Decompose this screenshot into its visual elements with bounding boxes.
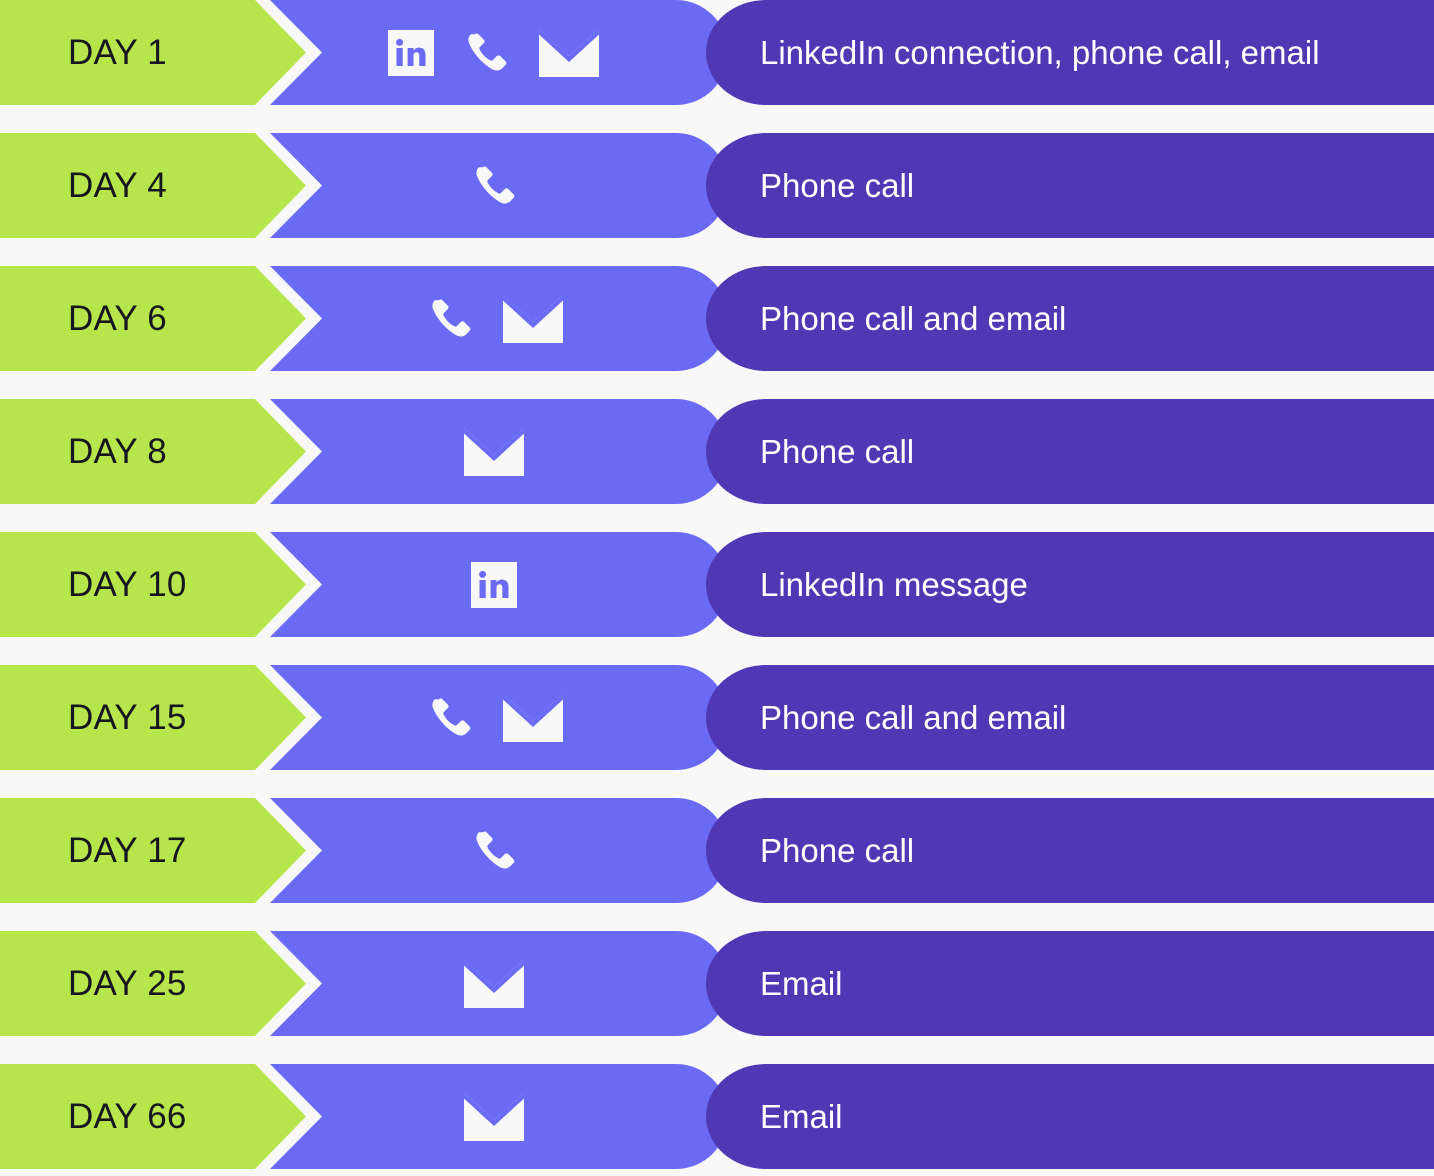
description-label: LinkedIn message [760,566,1028,603]
cadence-row: DAY 4 Phone call [0,133,1434,238]
channel-icons-segment [270,1064,728,1169]
day-label: DAY 6 [68,299,167,338]
channel-icons-segment [270,532,728,637]
day-label: DAY 8 [68,432,167,471]
channel-icons-segment [270,133,728,238]
email-icon [502,693,564,743]
description-segment: Email [706,1064,1434,1169]
icon-group [322,1064,666,1169]
description-segment: Phone call and email [706,665,1434,770]
description-segment: LinkedIn connection, phone call, email [706,0,1434,105]
email-icon [463,959,525,1009]
day-segment: DAY 66 [0,1064,306,1169]
cadence-timeline: DAY 1 LinkedIn connection, phone call, em… [0,0,1434,1176]
day-label: DAY 25 [68,964,187,1003]
channel-icons-segment [270,665,728,770]
icon-group [322,0,666,105]
email-icon [502,294,564,344]
linkedin-icon [471,561,517,608]
channel-icons-segment [270,266,728,371]
day-label: DAY 1 [68,33,167,72]
phone-icon [424,692,476,744]
email-icon [538,28,600,78]
icon-group [322,532,666,637]
description-label: LinkedIn connection, phone call, email [760,34,1320,71]
phone-icon [468,160,520,212]
description-label: Email [760,965,843,1002]
cadence-row: DAY 66 Email [0,1064,1434,1169]
email-icon [463,427,525,477]
description-segment: Phone call [706,133,1434,238]
description-segment: Phone call and email [706,266,1434,371]
phone-icon [460,27,512,79]
phone-icon [424,293,476,345]
day-label: DAY 66 [68,1097,187,1136]
phone-icon [468,825,520,877]
description-label: Phone call [760,167,915,204]
day-label: DAY 15 [68,698,187,737]
description-segment: Phone call [706,399,1434,504]
icon-group [322,266,666,371]
description-label: Phone call [760,832,915,869]
description-label: Phone call [760,433,915,470]
description-label: Phone call and email [760,699,1067,736]
cadence-row: DAY 25 Email [0,931,1434,1036]
day-label: DAY 17 [68,831,187,870]
icon-group [322,665,666,770]
cadence-row: DAY 1 LinkedIn connection, phone call, em… [0,0,1434,105]
icon-group [322,798,666,903]
icon-group [322,133,666,238]
description-label: Email [760,1098,843,1135]
day-segment: DAY 1 [0,0,306,105]
description-segment: Email [706,931,1434,1036]
channel-icons-segment [270,798,728,903]
description-segment: LinkedIn message [706,532,1434,637]
day-segment: DAY 15 [0,665,306,770]
icon-group [322,399,666,504]
cadence-row: DAY 15 Phone call and email [0,665,1434,770]
cadence-row: DAY 17 Phone call [0,798,1434,903]
channel-icons-segment [270,0,728,105]
day-segment: DAY 17 [0,798,306,903]
cadence-row: DAY 8 Phone call [0,399,1434,504]
description-label: Phone call and email [760,300,1067,337]
email-icon [463,1092,525,1142]
day-segment: DAY 10 [0,532,306,637]
day-segment: DAY 8 [0,399,306,504]
day-segment: DAY 6 [0,266,306,371]
icon-group [322,931,666,1036]
channel-icons-segment [270,931,728,1036]
linkedin-icon [388,29,434,76]
day-segment: DAY 25 [0,931,306,1036]
day-segment: DAY 4 [0,133,306,238]
day-label: DAY 4 [68,166,167,205]
description-segment: Phone call [706,798,1434,903]
cadence-row: DAY 10 LinkedIn message [0,532,1434,637]
cadence-row: DAY 6 Phone call and email [0,266,1434,371]
day-label: DAY 10 [68,565,187,604]
channel-icons-segment [270,399,728,504]
